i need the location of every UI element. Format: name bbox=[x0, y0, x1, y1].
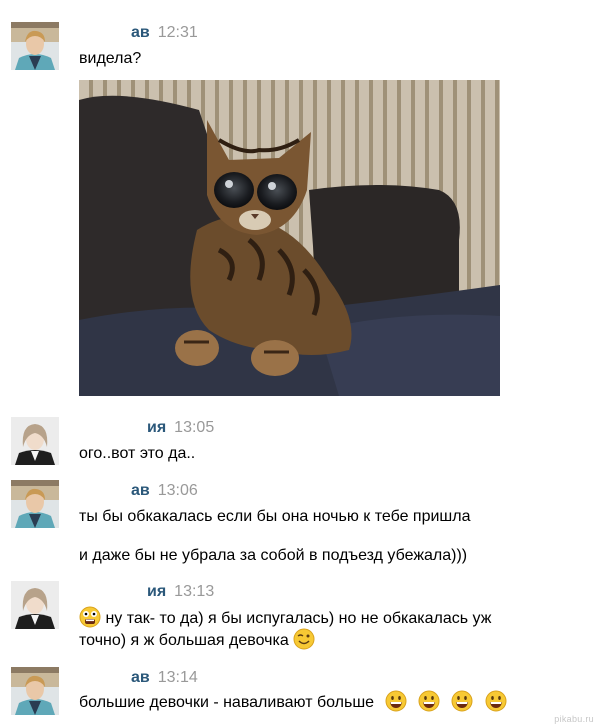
grinning-face-icon bbox=[485, 690, 507, 712]
avatar-av[interactable] bbox=[11, 480, 59, 528]
scared-face-icon bbox=[79, 606, 101, 628]
message-text-line: точно) я ж большая девочка bbox=[79, 632, 289, 649]
message-text: точно) я ж большая девочка bbox=[79, 628, 315, 651]
grinning-face-icon bbox=[385, 690, 407, 712]
avatar-iya[interactable] bbox=[11, 581, 59, 629]
message-text: ну так- то да) я бы испугалась) но не об… bbox=[79, 606, 491, 629]
timestamp[interactable]: 13:05 bbox=[174, 419, 214, 436]
message-header: ия 13:05 bbox=[147, 419, 214, 437]
grinning-face-icon bbox=[418, 690, 440, 712]
message-header: ав 13:06 bbox=[131, 482, 198, 500]
sender-name[interactable]: ия bbox=[147, 419, 166, 436]
message-text: большие девочки - наваливают больше bbox=[79, 690, 507, 713]
timestamp[interactable]: 13:13 bbox=[174, 583, 214, 600]
timestamp[interactable]: 13:14 bbox=[158, 669, 198, 686]
message-header: ав 13:14 bbox=[131, 669, 198, 687]
message-text: и даже бы не убрала за собой в подъезд у… bbox=[79, 547, 468, 564]
grinning-face-icon bbox=[451, 690, 473, 712]
message-header: ия 13:13 bbox=[147, 583, 214, 601]
message-text: видела? bbox=[79, 50, 142, 67]
message-text: ты бы обкакалась если бы она ночью к теб… bbox=[79, 508, 471, 525]
message-header: ав 12:31 bbox=[131, 24, 198, 42]
wink-face-icon bbox=[293, 628, 315, 650]
sender-name[interactable]: ав bbox=[131, 669, 150, 686]
message-text: ого..вот это да.. bbox=[79, 445, 196, 462]
avatar-av[interactable] bbox=[11, 22, 59, 70]
sender-name[interactable]: ав bbox=[131, 24, 150, 41]
message-text-line: большие девочки - наваливают больше bbox=[79, 694, 375, 711]
watermark: pikabu.ru bbox=[554, 714, 594, 724]
cat-photo[interactable] bbox=[79, 80, 500, 396]
avatar-iya[interactable] bbox=[11, 417, 59, 465]
avatar-av[interactable] bbox=[11, 667, 59, 715]
timestamp[interactable]: 12:31 bbox=[158, 24, 198, 41]
timestamp[interactable]: 13:06 bbox=[158, 482, 198, 499]
sender-name[interactable]: ия bbox=[147, 583, 166, 600]
sender-name[interactable]: ав bbox=[131, 482, 150, 499]
message-text-line: ну так- то да) я бы испугалась) но не об… bbox=[105, 610, 492, 627]
